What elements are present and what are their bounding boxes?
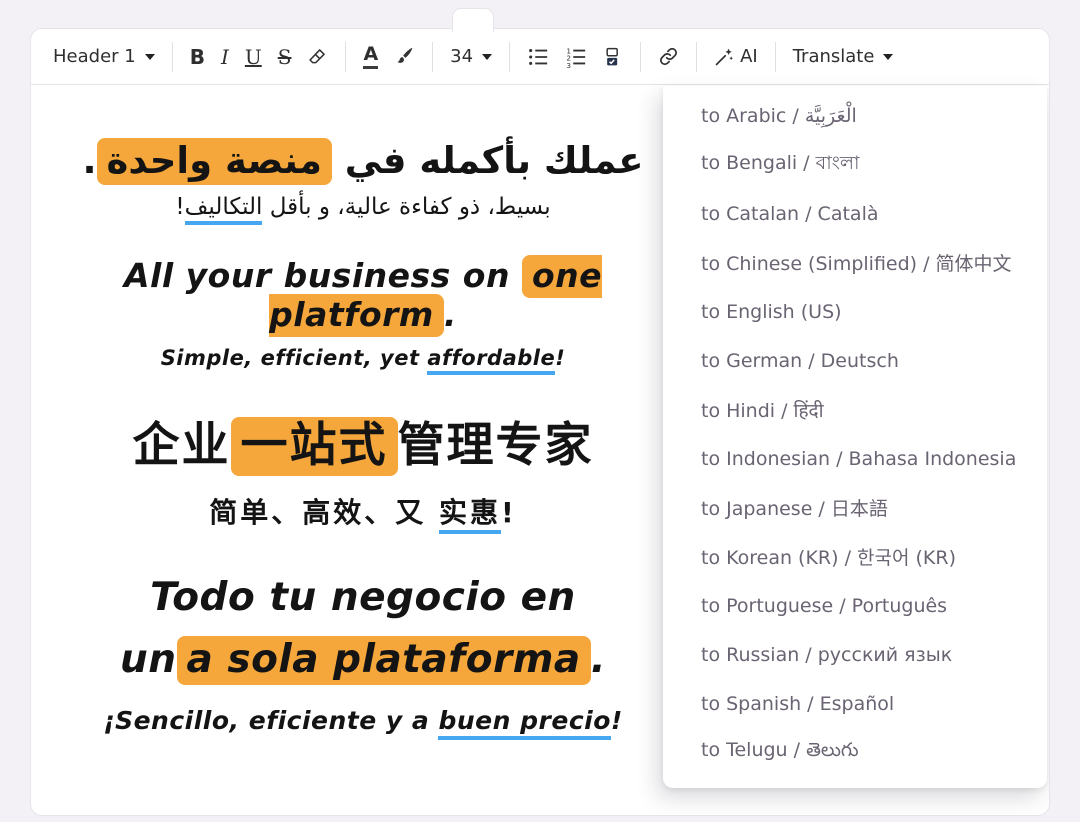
- toolbar-separator: [432, 41, 434, 72]
- spanish-title-line2: un a sola plataforma.: [65, 629, 661, 691]
- highlight-color-button[interactable]: [386, 40, 423, 73]
- bullet-list-icon: [527, 46, 549, 68]
- clear-format-button[interactable]: [299, 40, 336, 73]
- arabic-title-text: عملك بأكمله في: [331, 139, 644, 182]
- toolbar-separator: [696, 41, 698, 72]
- eraser-icon: [307, 46, 328, 67]
- spanish-title-period: .: [590, 637, 607, 683]
- translate-to-russian[interactable]: to Russian / русский язык: [663, 630, 1047, 679]
- translate-to-korean[interactable]: to Korean (KR) / 한국어 (KR): [663, 532, 1047, 581]
- spanish-subtitle: ¡Sencillo, eficiente y a buen precio!: [65, 705, 661, 740]
- arabic-section: عملك بأكمله في منصة واحدة. بسيط، ذو كفاء…: [65, 138, 661, 225]
- toolbar-separator: [640, 41, 642, 72]
- bold-icon: B: [189, 44, 205, 69]
- arabic-title: عملك بأكمله في منصة واحدة.: [65, 138, 661, 185]
- arabic-subtitle-underlined: التكاليف: [184, 194, 263, 225]
- arabic-subtitle: بسيط، ذو كفاءة عالية، و بأقل التكاليف!: [65, 194, 661, 225]
- magic-wand-icon: [714, 47, 734, 67]
- chinese-subtitle-text: 简单、高效、又: [209, 496, 439, 529]
- underline-icon: U: [244, 44, 262, 69]
- chevron-down-icon: [482, 53, 493, 60]
- chinese-title-post: 管理专家: [397, 418, 594, 473]
- chevron-down-icon: [883, 53, 894, 60]
- translate-to-telugu[interactable]: to Telugu / తెలుగు: [663, 728, 1047, 777]
- toolbar-separator: [171, 41, 173, 72]
- font-color-button[interactable]: A: [355, 39, 386, 75]
- ai-button[interactable]: AI: [706, 40, 766, 73]
- translate-dropdown[interactable]: Translate: [785, 40, 902, 73]
- numbered-list-button[interactable]: 1 2 3: [557, 40, 595, 74]
- translate-to-english-us[interactable]: to English (US): [663, 287, 1047, 336]
- spanish-title-line2-pre: un: [119, 637, 177, 683]
- english-subtitle-text: Simple, efficient, yet: [160, 346, 428, 370]
- chinese-subtitle-exclaim: !: [500, 496, 517, 529]
- english-subtitle: Simple, efficient, yet affordable!: [65, 346, 661, 375]
- toolbar-separator: [345, 41, 347, 72]
- link-button[interactable]: [650, 40, 687, 73]
- english-title-period: .: [443, 295, 457, 334]
- editor-content-area[interactable]: عملك بأكمله في منصة واحدة. بسيط، ذو كفاء…: [31, 85, 671, 740]
- editor-toolbar: Header 1 B I U S A 34 1 2 3 AI Translate: [31, 29, 1049, 85]
- translate-to-arabic[interactable]: to Arabic / الْعَرَبِيَّة: [663, 91, 1047, 140]
- editor-card: Header 1 B I U S A 34 1 2 3 AI Translate…: [30, 28, 1050, 816]
- svg-text:3: 3: [566, 61, 571, 68]
- ai-label: AI: [740, 46, 758, 67]
- translate-to-chinese-simplified[interactable]: to Chinese (Simplified) / 简体中文: [663, 238, 1047, 287]
- font-size-value: 34: [450, 46, 474, 67]
- toolbar-separator: [774, 41, 776, 72]
- translate-to-german[interactable]: to German / Deutsch: [663, 336, 1047, 385]
- paintbrush-icon: [394, 46, 415, 67]
- translate-to-bengali[interactable]: to Bengali / বাংলা: [663, 140, 1047, 189]
- spanish-title-line1: Todo tu negocio en: [150, 575, 576, 620]
- english-section: All your business on one platform. Simpl…: [65, 255, 661, 375]
- arabic-title-period: .: [82, 139, 97, 182]
- arabic-title-highlight: منصة واحدة: [96, 138, 332, 185]
- chinese-subtitle-underlined: 实惠: [438, 496, 501, 534]
- spanish-title: Todo tu negocio en un a sola plataforma.: [65, 567, 661, 692]
- spanish-subtitle-text: ¡Sencillo, eficiente y a: [103, 705, 439, 735]
- spanish-subtitle-underlined: buen precio: [438, 705, 611, 740]
- arabic-subtitle-text: بسيط، ذو كفاءة عالية، و بأقل: [262, 194, 551, 220]
- translate-menu: to Arabic / الْعَرَبِيَّة to Bengali / ব…: [663, 86, 1047, 788]
- translate-to-portuguese[interactable]: to Portuguese / Português: [663, 581, 1047, 630]
- translate-to-spanish[interactable]: to Spanish / Español: [663, 679, 1047, 728]
- english-title-text: All your business on: [123, 256, 522, 295]
- translate-label: Translate: [792, 46, 875, 67]
- bold-button[interactable]: B: [182, 39, 213, 75]
- checklist-button[interactable]: [595, 40, 631, 74]
- heading-style-dropdown[interactable]: Header 1: [45, 40, 163, 73]
- bullet-list-button[interactable]: [519, 40, 557, 74]
- chevron-down-icon: [144, 53, 155, 60]
- heading-style-label: Header 1: [53, 46, 136, 67]
- underline-button[interactable]: U: [237, 39, 270, 75]
- translate-to-indonesian[interactable]: to Indonesian / Bahasa Indonesia: [663, 434, 1047, 483]
- spanish-title-highlight: a sola plataforma: [176, 636, 591, 686]
- font-size-dropdown[interactable]: 34: [442, 40, 500, 73]
- arabic-subtitle-exclaim: !: [175, 194, 185, 220]
- spanish-section: Todo tu negocio en un a sola plataforma. …: [65, 567, 661, 740]
- english-subtitle-exclaim: !: [555, 346, 566, 370]
- chinese-title: 企业 一站式 管理专家: [65, 406, 661, 476]
- numbered-list-icon: 1 2 3: [565, 46, 587, 68]
- checklist-icon: [603, 46, 623, 68]
- english-title: All your business on one platform.: [65, 255, 661, 337]
- translate-to-catalan[interactable]: to Catalan / Català: [663, 189, 1047, 238]
- chinese-title-pre: 企业: [132, 418, 231, 473]
- spanish-subtitle-exclaim: !: [610, 705, 623, 735]
- italic-icon: I: [220, 44, 229, 69]
- link-icon: [658, 46, 679, 67]
- english-subtitle-underlined: affordable: [427, 346, 556, 375]
- chinese-section: 企业 一站式 管理专家 简单、高效、又 实惠!: [65, 406, 661, 534]
- chinese-subtitle: 简单、高效、又 实惠!: [65, 491, 661, 534]
- translate-to-hindi[interactable]: to Hindi / हिंदी: [663, 385, 1047, 434]
- toolbar-separator: [509, 41, 511, 72]
- italic-button[interactable]: I: [213, 39, 237, 75]
- translate-to-japanese[interactable]: to Japanese / 日本語: [663, 483, 1047, 532]
- font-color-icon: A: [363, 44, 379, 69]
- strikethrough-icon: S: [277, 44, 292, 69]
- toolbar-handle-notch: [452, 8, 494, 32]
- strikethrough-button[interactable]: S: [270, 39, 300, 75]
- chinese-title-highlight: 一站式: [230, 417, 398, 476]
